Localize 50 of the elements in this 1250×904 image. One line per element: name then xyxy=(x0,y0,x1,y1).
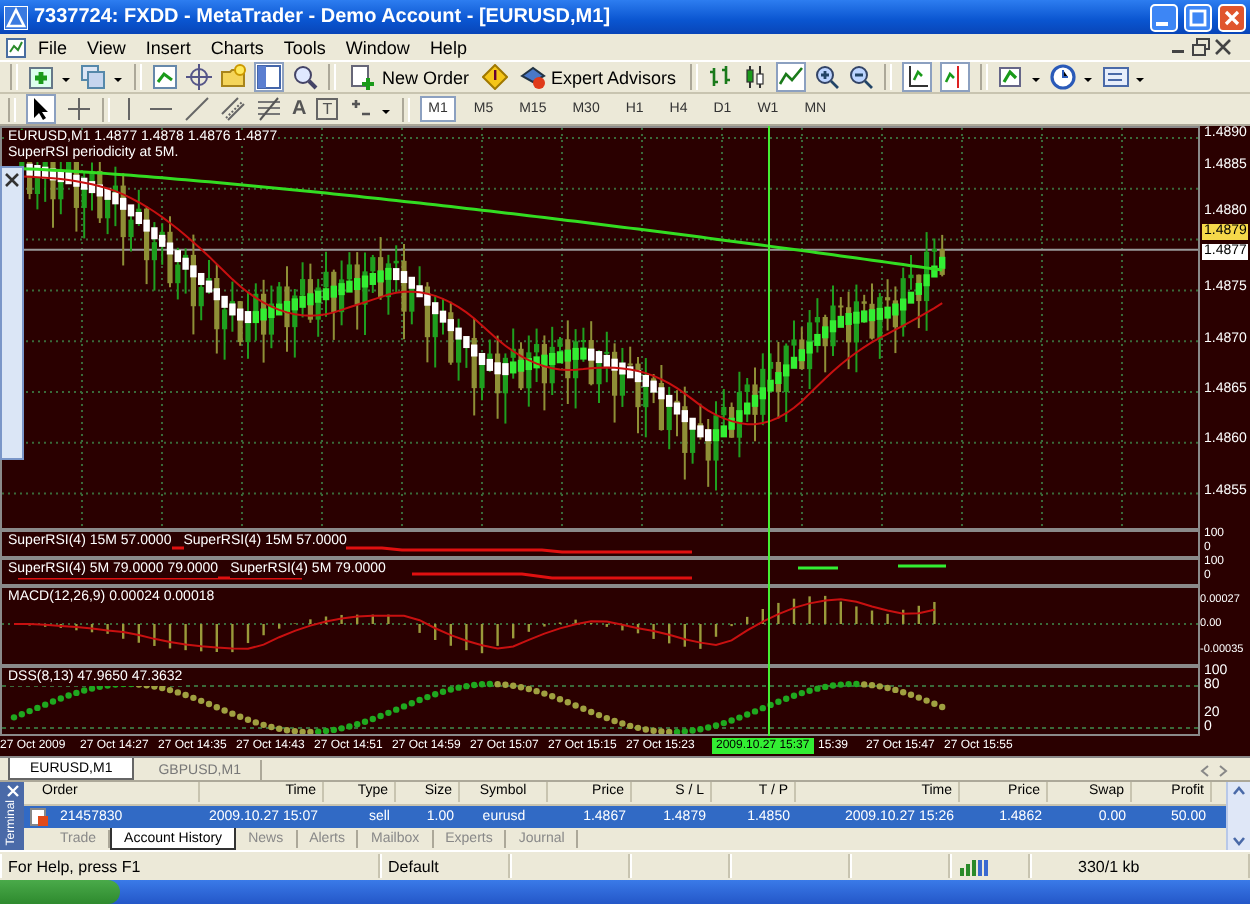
crosshair-icon[interactable] xyxy=(186,64,212,90)
zoom-in-icon[interactable] xyxy=(814,64,841,90)
new-order-button[interactable]: New Order xyxy=(346,62,474,92)
diamond-icon[interactable] xyxy=(481,64,508,90)
folder-icon[interactable] xyxy=(220,64,246,90)
scroll-right-icon[interactable] xyxy=(1216,762,1230,780)
menu-item[interactable]: Help xyxy=(421,37,475,57)
zoom-out-icon[interactable] xyxy=(848,64,875,90)
line-chart-icon[interactable] xyxy=(776,62,807,92)
window-title: 7337724: FXDD - MetaTrader - Demo Account - [EURUSD,M1] xyxy=(34,6,613,28)
close-icon[interactable] xyxy=(4,172,20,188)
menu-item[interactable]: Window xyxy=(337,37,418,57)
expert-advisors-button[interactable]: Expert Advisors xyxy=(515,62,681,92)
bar-chart-icon[interactable] xyxy=(708,64,735,90)
clock-icon[interactable] xyxy=(1050,64,1095,90)
indicator-icon[interactable] xyxy=(998,64,1043,90)
autoscroll-icon[interactable] xyxy=(940,62,971,92)
crosshair-icon[interactable] xyxy=(66,96,92,122)
magnifier-icon[interactable] xyxy=(292,64,318,90)
scroll-left-icon[interactable] xyxy=(1198,762,1212,780)
maximize-icon[interactable] xyxy=(1184,3,1212,31)
panel-icon[interactable] xyxy=(254,62,284,92)
scroll-down-icon[interactable] xyxy=(1230,832,1248,850)
menu-item[interactable]: File xyxy=(30,37,76,57)
scroll-up-icon[interactable] xyxy=(1230,782,1248,800)
menu-item[interactable]: View xyxy=(79,37,134,57)
menu-item[interactable]: Tools xyxy=(275,37,334,57)
menu-item[interactable]: Insert xyxy=(137,37,199,57)
close-icon[interactable] xyxy=(1214,38,1232,56)
trend-line-icon[interactable] xyxy=(184,96,210,122)
template-icon[interactable] xyxy=(1102,64,1147,90)
signal-bars-icon xyxy=(958,857,990,875)
status-text: Default xyxy=(388,857,439,875)
windows-icon[interactable] xyxy=(80,64,124,90)
cursor-icon[interactable] xyxy=(26,94,56,124)
text-tool[interactable]: A xyxy=(292,98,307,120)
text-label-tool[interactable]: T xyxy=(316,98,339,120)
candlestick-icon[interactable] xyxy=(742,64,769,90)
status-text: For Help, press F1 xyxy=(8,857,141,875)
restore-icon[interactable] xyxy=(1192,38,1210,56)
fibonacci-icon[interactable] xyxy=(256,96,282,122)
order-icon xyxy=(30,807,48,826)
app-icon xyxy=(4,5,28,29)
status-text: 330/1 kb xyxy=(1078,857,1140,875)
minimize-icon[interactable] xyxy=(1150,3,1178,31)
plus-icon[interactable] xyxy=(28,64,72,90)
chart-window-icon[interactable] xyxy=(152,64,178,90)
start-button[interactable] xyxy=(0,880,120,904)
menu-item[interactable]: Charts xyxy=(202,37,272,57)
chart-shift-icon[interactable] xyxy=(902,62,933,92)
